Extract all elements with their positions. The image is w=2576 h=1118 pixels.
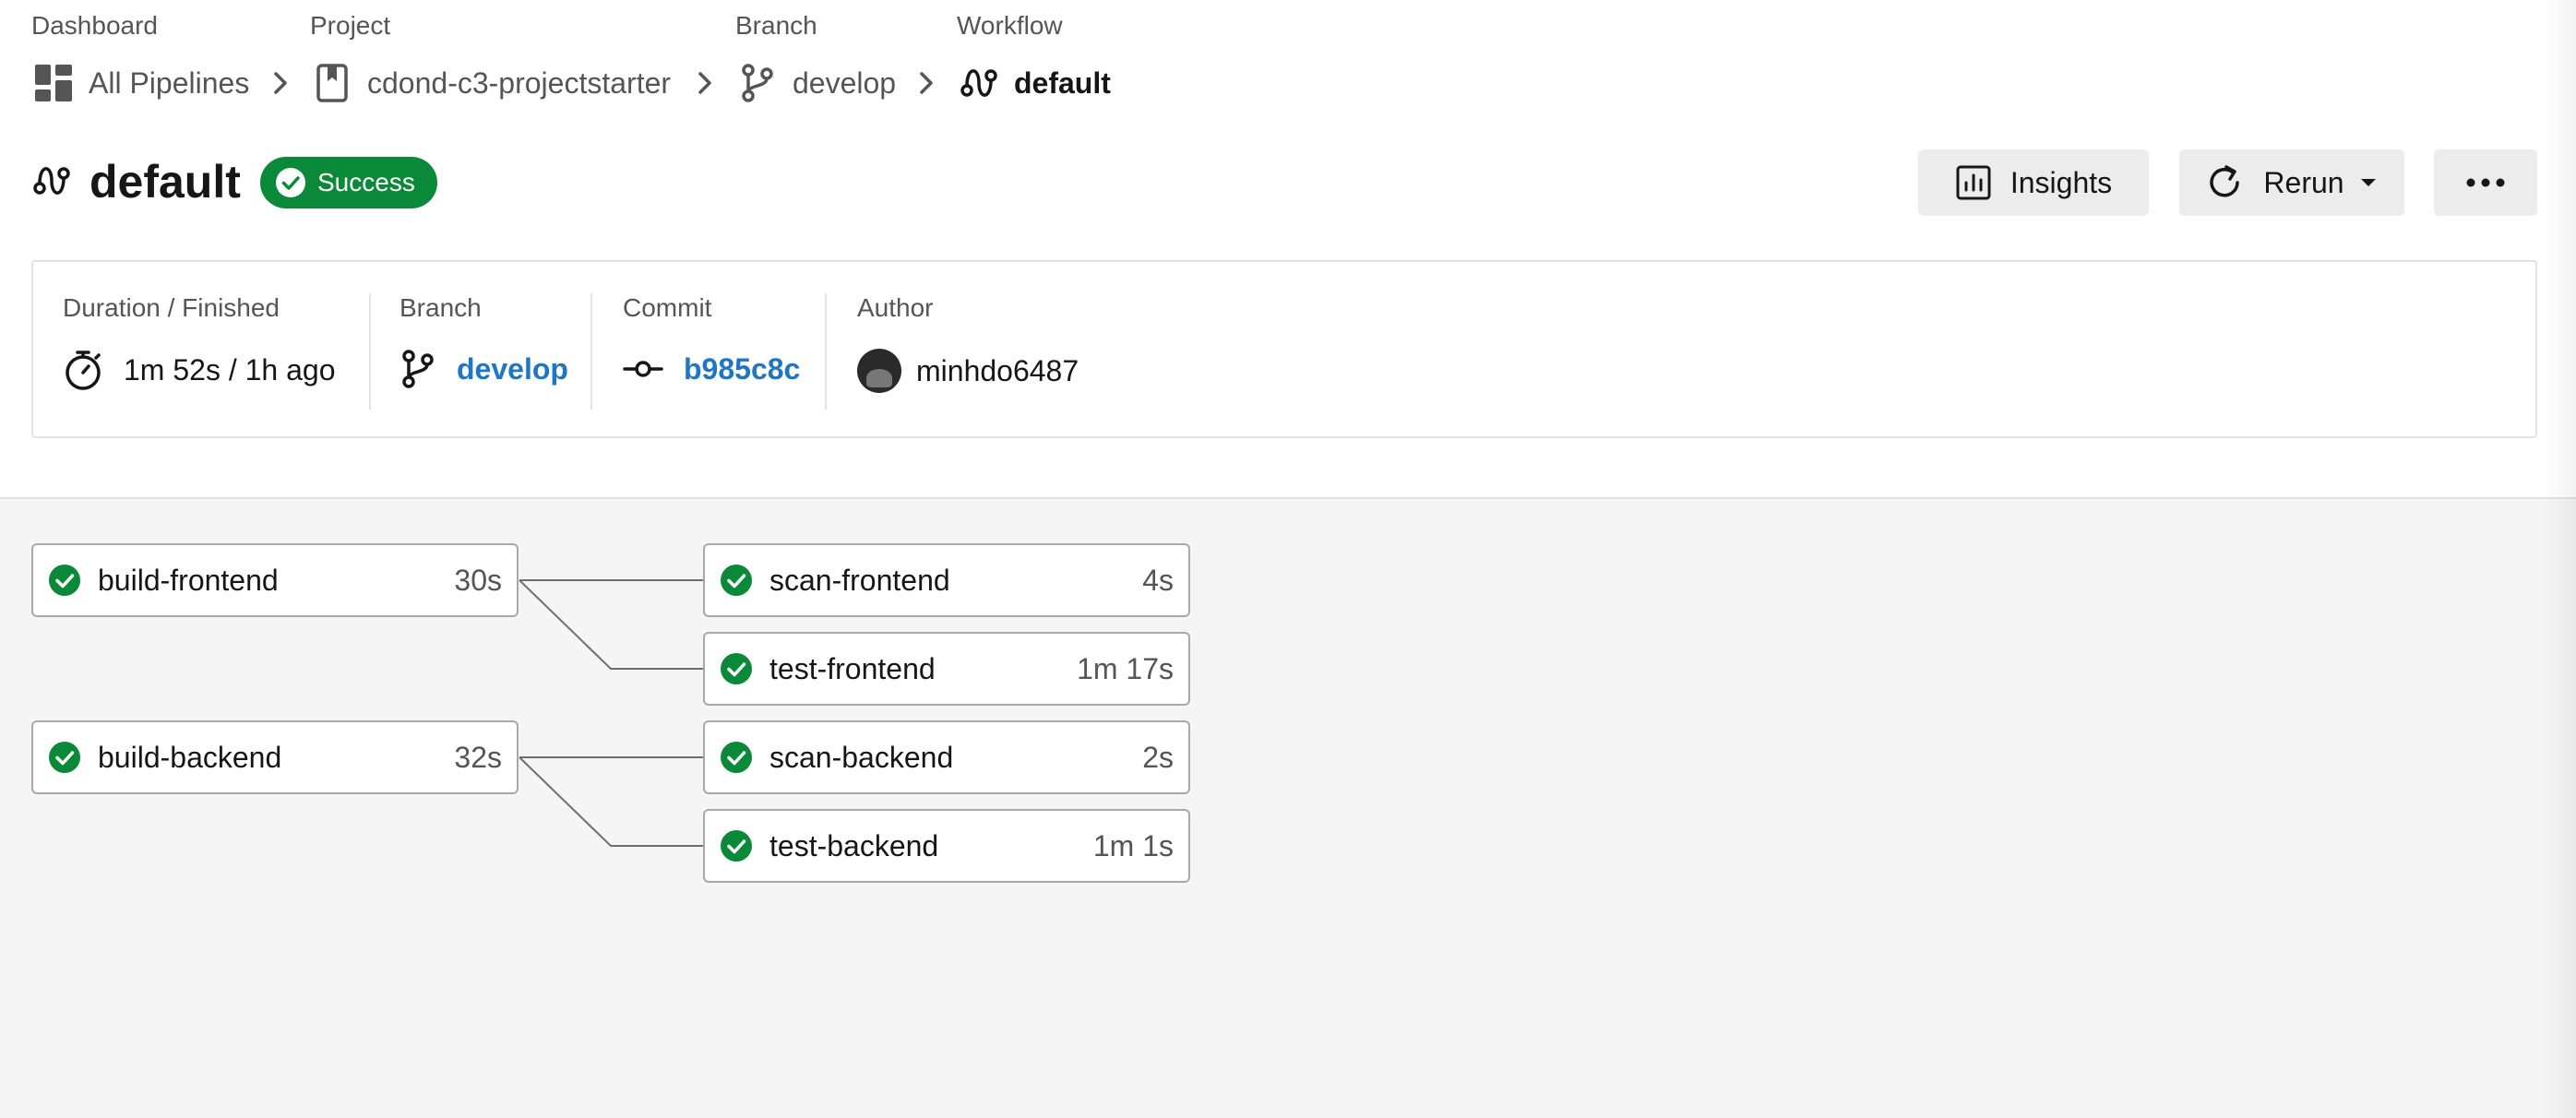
- job-duration: 30s: [454, 563, 502, 597]
- job-build-backend[interactable]: build-backend 32s: [31, 720, 519, 794]
- job-name: test-frontend: [769, 651, 936, 685]
- job-name: scan-backend: [769, 740, 954, 774]
- job-test-backend[interactable]: test-backend 1m 1s: [703, 809, 1190, 883]
- job-name: test-backend: [769, 828, 939, 862]
- job-test-frontend[interactable]: test-frontend 1m 17s: [703, 632, 1190, 706]
- check-circle-icon: [49, 742, 80, 773]
- job-duration: 1m 1s: [1092, 828, 1174, 862]
- job-duration: 1m 17s: [1077, 651, 1174, 685]
- job-build-frontend[interactable]: build-frontend 30s: [31, 543, 519, 617]
- job-name: build-frontend: [98, 563, 279, 597]
- job-duration: 4s: [1142, 563, 1174, 597]
- check-circle-icon: [721, 742, 752, 773]
- check-circle-icon: [721, 653, 752, 684]
- job-name: scan-frontend: [769, 563, 950, 597]
- check-circle-icon: [49, 565, 80, 596]
- job-duration: 32s: [454, 740, 502, 774]
- check-circle-icon: [721, 830, 752, 862]
- job-scan-frontend[interactable]: scan-frontend 4s: [703, 543, 1190, 617]
- job-scan-backend[interactable]: scan-backend 2s: [703, 720, 1190, 794]
- job-name: build-backend: [98, 740, 282, 774]
- check-circle-icon: [721, 565, 752, 596]
- job-duration: 2s: [1142, 740, 1174, 774]
